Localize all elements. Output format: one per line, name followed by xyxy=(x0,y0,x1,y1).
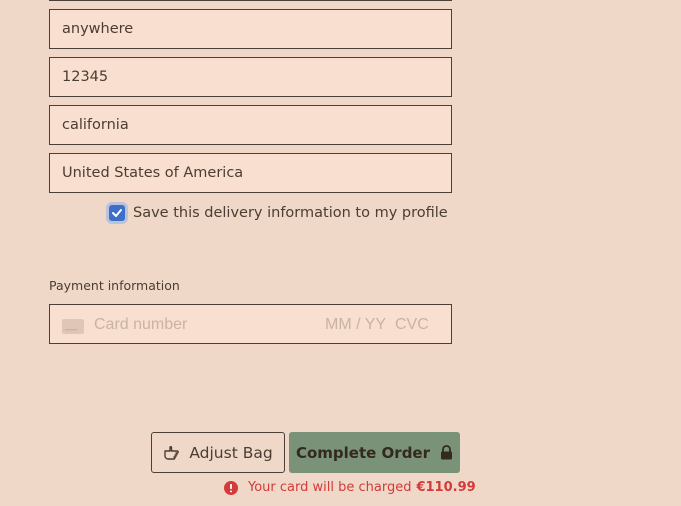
alert-circle-icon xyxy=(224,480,238,495)
pointing-hand-icon xyxy=(163,445,181,461)
state-input[interactable] xyxy=(50,106,451,144)
save-delivery-info-checkbox[interactable] xyxy=(109,205,125,221)
postal-code-field[interactable] xyxy=(49,57,452,97)
charge-notice: Your card will be charged €110.99 xyxy=(224,479,476,496)
checkout-page: Save this delivery information to my pro… xyxy=(0,0,681,506)
card-number-placeholder[interactable]: Card number xyxy=(94,316,187,334)
country-field[interactable] xyxy=(49,153,452,193)
card-input-field[interactable]: Card number MM / YY CVC xyxy=(49,304,452,344)
adjust-bag-label: Adjust Bag xyxy=(189,443,273,462)
city-field[interactable] xyxy=(49,9,452,49)
lock-icon xyxy=(440,445,453,460)
postal-code-input[interactable] xyxy=(50,58,451,96)
checkmark-icon xyxy=(112,209,122,217)
save-delivery-info-row[interactable]: Save this delivery information to my pro… xyxy=(106,202,448,224)
card-expiry-placeholder[interactable]: MM / YY xyxy=(325,316,386,334)
complete-order-label: Complete Order xyxy=(295,443,431,462)
card-cvc-placeholder[interactable]: CVC xyxy=(395,316,429,334)
payment-section-label: Payment information xyxy=(49,278,180,293)
adjust-bag-button[interactable]: Adjust Bag xyxy=(151,432,285,473)
country-input[interactable] xyxy=(50,154,451,192)
charge-amount: €110.99 xyxy=(416,480,476,495)
street-address-field-bottom-edge xyxy=(49,0,452,1)
charge-notice-text: Your card will be charged xyxy=(248,480,412,495)
city-input[interactable] xyxy=(50,10,451,48)
credit-card-icon xyxy=(62,319,84,334)
save-delivery-info-label: Save this delivery information to my pro… xyxy=(133,205,448,221)
complete-order-button[interactable]: Complete Order xyxy=(289,432,460,473)
state-field[interactable] xyxy=(49,105,452,145)
